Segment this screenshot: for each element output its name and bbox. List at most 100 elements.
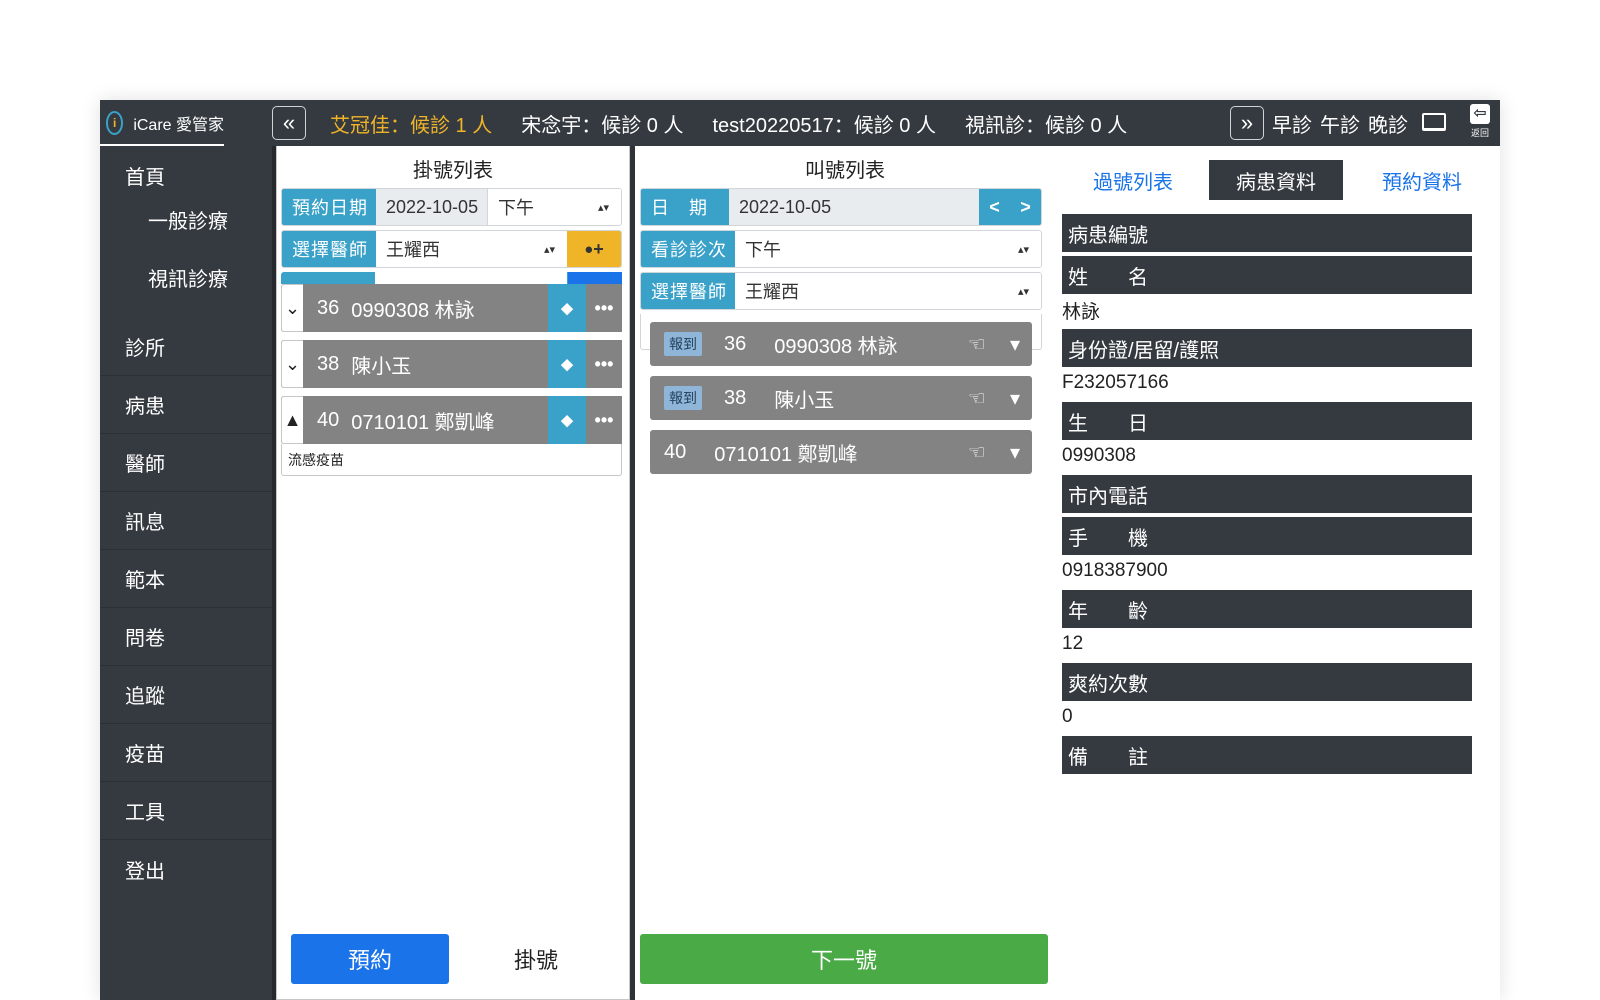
appointment-date-row: 預約日期 2022-10-05 下午 ▴▾ bbox=[281, 188, 622, 226]
patient-notes-label: 備 註 bbox=[1062, 736, 1472, 774]
waiting-item[interactable]: 視訊診：候診 0 人 bbox=[965, 109, 1127, 138]
expand-toggle[interactable]: ⌄ bbox=[281, 284, 303, 332]
tag-button[interactable]: ⬥ bbox=[548, 396, 586, 444]
session-morning[interactable]: 早診 bbox=[1272, 109, 1312, 138]
expand-toggle[interactable]: ▲ bbox=[281, 396, 303, 444]
search-button[interactable] bbox=[568, 272, 622, 284]
sidebar-item-clinic[interactable]: 診所 bbox=[100, 318, 272, 376]
tab-appointment-info[interactable]: 預約資料 bbox=[1355, 160, 1489, 200]
back-arrow-icon: ⇦ bbox=[1470, 104, 1490, 124]
shield-logo-icon: i bbox=[106, 111, 124, 135]
calling-entry[interactable]: 報到 36 0990308 林詠 ☜ ▾ bbox=[650, 322, 1032, 366]
monitor-icon[interactable] bbox=[1422, 113, 1446, 131]
sidebar-item-video-care[interactable]: 視訊診療 bbox=[100, 248, 272, 306]
add-doctor-button[interactable]: ● + bbox=[567, 231, 621, 267]
tag-icon: ⬥ bbox=[560, 297, 574, 318]
session-evening[interactable]: 晚診 bbox=[1368, 109, 1408, 138]
hand-pointer-icon[interactable]: ☜ bbox=[968, 440, 986, 465]
session-select[interactable]: 下午 ▴▾ bbox=[735, 231, 1041, 267]
registration-doctor-select[interactable]: 王耀西 ▴▾ bbox=[376, 231, 567, 267]
caret-down-icon[interactable]: ▾ bbox=[1010, 332, 1020, 357]
back-label: 返回 bbox=[1470, 128, 1489, 138]
tag-button[interactable]: ⬥ bbox=[548, 284, 586, 332]
entry-patient: 0990308 林詠 bbox=[774, 335, 898, 358]
session-row: 看診診次 下午 ▴▾ bbox=[640, 230, 1042, 268]
entry-patient: 0710101 鄭凱峰 bbox=[351, 411, 495, 434]
calling-date-input[interactable]: 2022-10-05 bbox=[729, 189, 979, 225]
checked-in-badge: 報到 bbox=[664, 386, 702, 410]
entry-number: 38 bbox=[724, 386, 747, 409]
tag-button[interactable]: ⬥ bbox=[548, 340, 586, 388]
collapse-left-button[interactable]: « bbox=[272, 106, 306, 140]
chevron-right-icon[interactable]: > bbox=[1020, 197, 1031, 218]
entry-number: 36 bbox=[317, 296, 340, 319]
caret-down-icon[interactable]: ▾ bbox=[1010, 386, 1020, 411]
appointment-date-label: 預約日期 bbox=[282, 189, 376, 225]
patient-birthday-label: 生 日 bbox=[1062, 402, 1472, 440]
ellipsis-icon: ••• bbox=[594, 353, 614, 374]
chevron-left-icon[interactable]: < bbox=[989, 197, 1000, 218]
registration-entry[interactable]: ⌄ 36 0990308 林詠 ⬥ ••• bbox=[281, 284, 622, 332]
sidebar-item-logout[interactable]: 登出 bbox=[100, 840, 272, 898]
patient-idcard-label: 身份證/居留/護照 bbox=[1062, 329, 1472, 367]
search-input[interactable] bbox=[375, 272, 567, 284]
date-nav: < > bbox=[979, 189, 1041, 225]
entry-patient: 陳小玉 bbox=[351, 355, 412, 378]
sidebar-item-messages[interactable]: 訊息 bbox=[100, 492, 272, 550]
patient-birthday-value: 0990308 bbox=[1062, 445, 1136, 466]
ellipsis-icon: ••• bbox=[594, 409, 614, 430]
user-icon: ● bbox=[584, 240, 594, 258]
expand-right-button[interactable]: » bbox=[1230, 106, 1264, 140]
waiting-item[interactable]: 艾冠佳：候診 1 人 bbox=[330, 109, 492, 138]
session-afternoon[interactable]: 午診 bbox=[1320, 109, 1360, 138]
waiting-counts: 艾冠佳：候診 1 人 宋念宇：候診 0 人 test20220517：候診 0 … bbox=[330, 100, 1156, 146]
patient-name-value: 林詠 bbox=[1062, 301, 1101, 323]
search-row bbox=[281, 272, 622, 284]
tab-patient-info[interactable]: 病患資料 bbox=[1209, 160, 1343, 200]
tab-skipped-list[interactable]: 過號列表 bbox=[1075, 160, 1191, 200]
calling-doctor-label: 選擇醫師 bbox=[641, 273, 735, 309]
calling-doctor-select[interactable]: 王耀西 ▴▾ bbox=[735, 273, 1041, 309]
calling-title: 叫號列表 bbox=[805, 160, 885, 182]
more-button[interactable]: ••• bbox=[586, 396, 622, 444]
calling-entry[interactable]: 報到 38 陳小玉 ☜ ▾ bbox=[650, 376, 1032, 420]
hand-pointer-icon[interactable]: ☜ bbox=[968, 332, 986, 357]
more-button[interactable]: ••• bbox=[586, 340, 622, 388]
back-button[interactable]: ⇦ 返回 bbox=[1466, 104, 1494, 140]
calling-entry[interactable]: 40 0710101 鄭凱峰 ☜ ▾ bbox=[650, 430, 1032, 474]
registration-doctor-label: 選擇醫師 bbox=[282, 231, 376, 267]
ellipsis-icon: ••• bbox=[594, 297, 614, 318]
hand-pointer-icon[interactable]: ☜ bbox=[968, 386, 986, 411]
sidebar-item-templates[interactable]: 範本 bbox=[100, 550, 272, 608]
sidebar-item-questionnaires[interactable]: 問卷 bbox=[100, 608, 272, 666]
calling-date-label: 日 期 bbox=[641, 189, 729, 225]
patient-phone-label: 市內電話 bbox=[1062, 475, 1472, 513]
sidebar-item-tracking[interactable]: 追蹤 bbox=[100, 666, 272, 724]
expand-toggle[interactable]: ⌄ bbox=[281, 340, 303, 388]
next-number-button[interactable]: 下一號 bbox=[640, 934, 1048, 984]
registration-entry[interactable]: ⌄ 38 陳小玉 ⬥ ••• bbox=[281, 340, 622, 388]
plus-icon: + bbox=[593, 238, 604, 259]
appointment-period-select[interactable]: 下午 ▴▾ bbox=[488, 189, 621, 225]
app-window: i iCare 愛管家 « 艾冠佳：候診 1 人 宋念宇：候診 0 人 test… bbox=[100, 100, 1500, 1000]
sidebar-item-doctors[interactable]: 醫師 bbox=[100, 434, 272, 492]
top-bar: i iCare 愛管家 « 艾冠佳：候診 1 人 宋念宇：候診 0 人 test… bbox=[100, 100, 1500, 146]
calling-doctor-value: 王耀西 bbox=[745, 282, 799, 302]
sidebar-item-general-care[interactable]: 一般診療 bbox=[100, 190, 272, 248]
sidebar: 首頁 一般診療 視訊診療 診所 病患 醫師 訊息 範本 問卷 追蹤 疫苗 工具 … bbox=[100, 146, 272, 1000]
register-button[interactable]: 掛號 bbox=[457, 934, 615, 984]
brand[interactable]: i iCare 愛管家 bbox=[100, 100, 224, 146]
sidebar-item-tools[interactable]: 工具 bbox=[100, 782, 272, 840]
appointment-button[interactable]: 預約 bbox=[291, 934, 449, 984]
patient-info-panel: 過號列表 病患資料 預約資料 病患編號 姓 名 林詠 身份證/居留/護照 F23… bbox=[1055, 146, 1500, 1000]
registration-entry[interactable]: ▲ 40 0710101 鄭凱峰 ⬥ ••• bbox=[281, 396, 622, 444]
waiting-item[interactable]: test20220517：候診 0 人 bbox=[713, 109, 936, 138]
sidebar-item-patients[interactable]: 病患 bbox=[100, 376, 272, 434]
waiting-item[interactable]: 宋念宇：候診 0 人 bbox=[521, 109, 683, 138]
sidebar-item-vaccines[interactable]: 疫苗 bbox=[100, 724, 272, 782]
more-button[interactable]: ••• bbox=[586, 284, 622, 332]
entry-number: 40 bbox=[664, 440, 687, 463]
entry-patient: 0710101 鄭凱峰 bbox=[714, 443, 858, 466]
caret-down-icon[interactable]: ▾ bbox=[1010, 440, 1020, 465]
appointment-date-input[interactable]: 2022-10-05 bbox=[376, 189, 488, 225]
